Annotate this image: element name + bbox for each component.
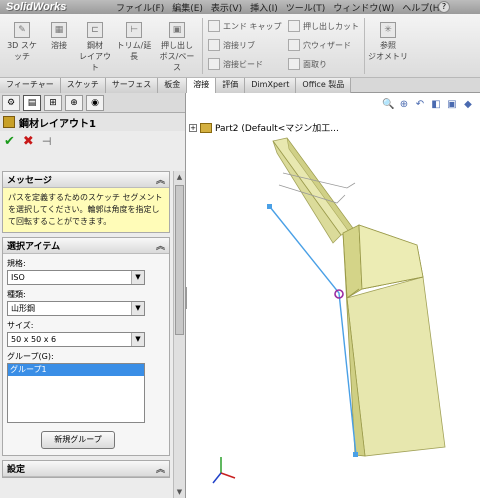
weld-bead-icon <box>208 58 220 70</box>
dropdown-arrow-icon[interactable]: ▼ <box>131 302 144 315</box>
manager-tabs: ⚙ ▤ ⊞ ⊕ ◉ <box>0 93 185 113</box>
graphics-area[interactable]: 🔍 ⊕ ↶ ◧ ▣ ◆ + Part2 (Default<マジン加工... <box>187 93 480 498</box>
cancel-icon[interactable]: ✖ <box>23 134 34 149</box>
configuration-manager-tab-icon[interactable]: ⊞ <box>44 94 62 111</box>
end-cap-icon <box>208 20 220 32</box>
scrollbar-thumb[interactable] <box>175 185 184 335</box>
reference-geometry-button[interactable]: ✳ 参照 ジオメトリ <box>368 22 408 62</box>
hole-wizard-icon <box>288 39 300 51</box>
reference-geometry-icon: ✳ <box>380 22 396 38</box>
dropdown-arrow-icon[interactable]: ▼ <box>131 271 144 284</box>
chamfer-button[interactable]: 面取り <box>288 58 327 70</box>
collapse-chevron-icon[interactable]: ︽ <box>156 462 165 475</box>
gusset-icon <box>208 39 220 51</box>
menu-edit[interactable]: 編集(E) <box>172 1 203 14</box>
menu-help[interactable]: ヘルプ(H) <box>402 1 443 14</box>
menu-insert[interactable]: 挿入(I) <box>250 1 278 14</box>
message-text: パスを定義するためのスケッチ セグメントを選択してください。輪郭は角度を指定して… <box>3 188 169 232</box>
groups-label: グループ(G): <box>7 352 54 361</box>
feature-manager-tab-icon[interactable]: ⚙ <box>2 94 20 111</box>
end-cap-button[interactable]: エンド キャップ <box>208 20 282 32</box>
selection-group-header[interactable]: 選択アイテム ︽ <box>3 238 169 254</box>
display-manager-tab-icon[interactable]: ◉ <box>86 94 104 111</box>
tab-surfaces[interactable]: サーフェス <box>105 78 159 93</box>
chamfer-icon <box>288 58 300 70</box>
tab-sheet-metal[interactable]: 板金 <box>158 78 188 93</box>
pm-scrollbar[interactable]: ▲ ▼ <box>173 171 185 498</box>
trim-extend-icon: ⊢ <box>126 22 142 38</box>
cut-extrude-button[interactable]: 押し出しカット <box>288 20 359 32</box>
help-icon[interactable]: ? <box>438 1 450 13</box>
message-group: メッセージ ︽ パスを定義するためのスケッチ セグメントを選択してください。輪郭… <box>2 171 170 233</box>
weld-bead-button[interactable]: 溶接ビード <box>208 58 263 70</box>
standard-label: 規格: <box>7 259 26 268</box>
scroll-up-icon[interactable]: ▲ <box>175 172 184 182</box>
weld-button[interactable]: ▦ 溶接 <box>46 22 72 51</box>
size-label: サイズ: <box>7 321 34 330</box>
menu-window[interactable]: ウィンドウ(W) <box>333 1 394 14</box>
scroll-down-icon[interactable]: ▼ <box>175 487 184 497</box>
property-manager-header: 鋼材レイアウト1 <box>0 113 185 131</box>
selection-group: 選択アイテム ︽ 規格: ISO ▼ 種類: 山形鋼 ▼ サイズ: 50 x 5… <box>2 237 170 456</box>
sketch3d-button[interactable]: ✎ 3D スケッチ <box>4 22 40 62</box>
gusset-button[interactable]: 溶接リブ <box>208 39 255 51</box>
app-logo: SolidWorks <box>6 1 67 13</box>
command-manager-tabs: フィーチャー スケッチ サーフェス 板金 溶接 評価 DimXpert Offi… <box>0 78 480 93</box>
title-menu-bar: SolidWorks ファイル(F) 編集(E) 表示(V) 挿入(I) ツール… <box>0 0 480 14</box>
menu-view[interactable]: 表示(V) <box>211 1 242 14</box>
cut-extrude-icon <box>288 20 300 32</box>
model-canvas <box>212 137 446 484</box>
tab-features[interactable]: フィーチャー <box>0 78 61 93</box>
tab-weldments[interactable]: 溶接 <box>187 78 217 93</box>
settings-group-header[interactable]: 設定 ︽ <box>3 461 169 477</box>
message-group-header[interactable]: メッセージ ︽ <box>3 172 169 188</box>
pm-scroll-area: メッセージ ︽ パスを定義するためのスケッチ セグメントを選択してください。輪郭… <box>0 171 172 498</box>
tab-office-products[interactable]: Office 製品 <box>296 78 352 93</box>
type-select[interactable]: 山形鋼 ▼ <box>7 301 145 316</box>
structural-member-icon <box>3 116 15 128</box>
standard-select[interactable]: ISO ▼ <box>7 270 145 285</box>
hole-wizard-button[interactable]: 穴ウィザード <box>288 39 351 51</box>
settings-group: 設定 ︽ <box>2 460 170 478</box>
menu-bar: ファイル(F) 編集(E) 表示(V) 挿入(I) ツール(T) ウィンドウ(W… <box>110 1 443 14</box>
path-endpoint-marker[interactable] <box>267 204 272 209</box>
path-endpoint-marker[interactable] <box>353 452 358 457</box>
type-label: 種類: <box>7 290 26 299</box>
sketch-path <box>267 172 358 457</box>
command-toolbar: ✎ 3D スケッチ ▦ 溶接 ⊏ 鋼材 レイアウト ⊢ トリム/延 長 ▣ 押し… <box>0 14 480 78</box>
collapse-chevron-icon[interactable]: ︽ <box>156 239 165 252</box>
pushpin-icon[interactable]: ⊣ <box>42 135 52 148</box>
sketch3d-icon: ✎ <box>14 22 30 38</box>
extrude-boss-button[interactable]: ▣ 押し出し ボス/ベース <box>156 22 198 73</box>
menu-file[interactable]: ファイル(F) <box>116 1 164 14</box>
weld-icon: ▦ <box>51 22 67 38</box>
tab-sketch[interactable]: スケッチ <box>60 78 106 93</box>
structural-member-model <box>272 137 446 457</box>
property-manager-tab-icon[interactable]: ▤ <box>23 94 41 111</box>
trim-extend-button[interactable]: ⊢ トリム/延 長 <box>116 22 152 62</box>
structural-member-button[interactable]: ⊏ 鋼材 レイアウト <box>78 22 112 73</box>
menu-tools[interactable]: ツール(T) <box>286 1 326 14</box>
new-group-button[interactable]: 新規グループ <box>41 431 115 449</box>
tab-evaluate[interactable]: 評価 <box>216 78 246 93</box>
structural-member-icon: ⊏ <box>87 22 103 38</box>
triad-axes <box>212 457 236 484</box>
ok-icon[interactable]: ✔ <box>4 134 15 149</box>
pm-action-bar: ✔ ✖ ⊣ <box>0 131 185 151</box>
collapse-chevron-icon[interactable]: ︽ <box>156 173 165 186</box>
groups-listbox[interactable]: グループ1 <box>7 363 145 423</box>
list-item[interactable]: グループ1 <box>8 364 144 376</box>
property-manager-panel: ⚙ ▤ ⊞ ⊕ ◉ 鋼材レイアウト1 ✔ ✖ ⊣ メッセージ ︽ パスを定義する… <box>0 93 186 498</box>
dropdown-arrow-icon[interactable]: ▼ <box>131 333 144 346</box>
extrude-boss-icon: ▣ <box>169 22 185 38</box>
size-select[interactable]: 50 x 50 x 6 ▼ <box>7 332 145 347</box>
property-manager-title: 鋼材レイアウト1 <box>19 118 96 130</box>
dimxpert-manager-tab-icon[interactable]: ⊕ <box>65 94 83 111</box>
tab-dimxpert[interactable]: DimXpert <box>245 78 297 93</box>
